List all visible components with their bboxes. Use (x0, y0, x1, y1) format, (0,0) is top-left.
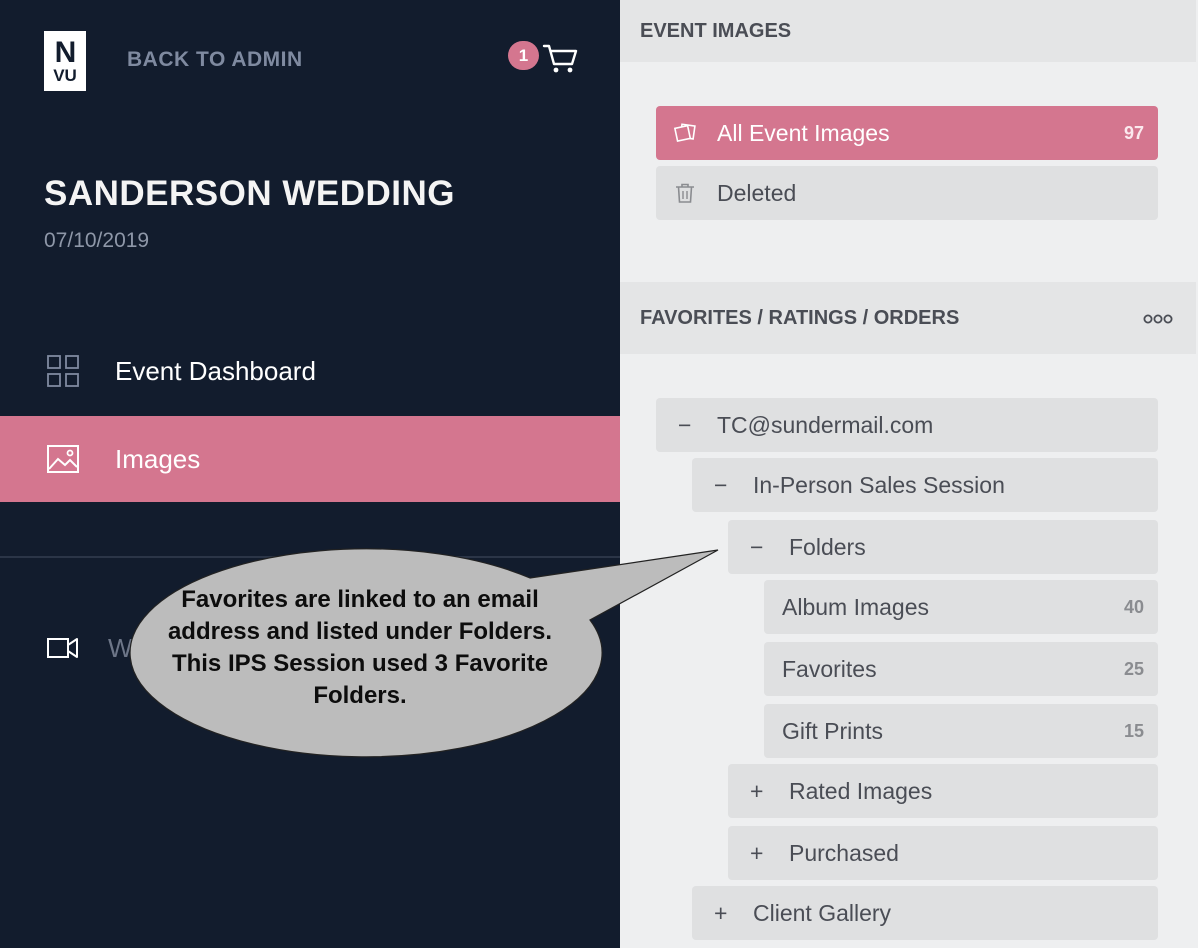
tree-item-client-gallery[interactable]: + Client Gallery (692, 886, 1158, 940)
expand-toggle[interactable]: + (750, 840, 763, 867)
all-event-images-count: 97 (1123, 122, 1144, 143)
deleted-label: Deleted (717, 179, 797, 206)
all-event-images-label: All Event Images (717, 119, 890, 146)
favorites-header-label: FAVORITES / RATINGS / ORDERS (640, 306, 960, 329)
tree-item-label: Rated Images (789, 777, 933, 804)
logo-text-top: N (54, 36, 77, 69)
tree-item-label: Album Images (782, 593, 930, 620)
expand-toggle[interactable]: + (750, 778, 763, 805)
photos-icon (674, 123, 696, 143)
favorites-header: FAVORITES / RATINGS / ORDERS (620, 282, 1196, 354)
collapse-toggle[interactable]: − (750, 534, 763, 561)
tree-item-label: Favorites (782, 655, 877, 682)
tree-item-purchased[interactable]: + Purchased (728, 826, 1158, 880)
nav-item-images[interactable]: Images (0, 416, 620, 502)
event-title: SANDERSON WEDDING (44, 174, 456, 213)
tree-item-label: Purchased (789, 839, 899, 866)
sidebar: N VU BACK TO ADMIN 1 SANDERSON WEDDING 0… (0, 0, 620, 948)
collapse-toggle[interactable]: − (714, 472, 727, 499)
nav-label-video: W (108, 632, 133, 663)
tree-item-label: TC@sundermail.com (717, 411, 934, 438)
tree-item-in-person-sales-session[interactable]: − In-Person Sales Session (692, 458, 1158, 512)
tree-item-label: Client Gallery (753, 899, 892, 926)
expand-toggle[interactable]: + (714, 900, 727, 927)
event-date: 07/10/2019 (44, 229, 150, 252)
tree-item-label: Folders (789, 533, 866, 560)
nav-label-images: Images (115, 443, 201, 474)
tree-item-gift-prints[interactable]: Gift Prints 15 (764, 704, 1158, 758)
trash-icon (676, 183, 694, 203)
nav-item-event-dashboard[interactable]: Event Dashboard (0, 328, 620, 414)
nav-label-event-dashboard: Event Dashboard (115, 355, 316, 386)
logo-text-bottom: VU (53, 66, 77, 85)
cart-icon[interactable] (542, 40, 578, 76)
tree-item-label: In-Person Sales Session (753, 471, 1005, 498)
nvu-logo[interactable]: N VU (44, 31, 86, 91)
callout-text: Favorites are linked to an email address… (167, 586, 553, 709)
tree-item-favorites[interactable]: Favorites 25 (764, 642, 1158, 696)
back-to-admin-link[interactable]: BACK TO ADMIN (127, 48, 303, 72)
event-images-panel: EVENT IMAGES All Event Images 97 Deleted… (620, 0, 1198, 948)
tree-item-label: Gift Prints (782, 717, 883, 744)
deleted-item[interactable]: Deleted (656, 166, 1158, 220)
more-options-icon[interactable] (1143, 312, 1173, 326)
event-images-header-label: EVENT IMAGES (640, 19, 792, 42)
grid-icon (47, 355, 79, 387)
cart-count-badge: 1 (508, 41, 539, 70)
tree-item-folders[interactable]: − Folders (728, 520, 1158, 574)
image-icon (47, 445, 79, 473)
tree-item-album-images[interactable]: Album Images 40 (764, 580, 1158, 634)
event-images-header: EVENT IMAGES (620, 0, 1196, 62)
sidebar-divider (0, 556, 620, 558)
tree-item-count: 25 (1123, 658, 1144, 679)
all-event-images-item[interactable]: All Event Images 97 (656, 106, 1158, 160)
tree-item-email[interactable]: − TC@sundermail.com (656, 398, 1158, 452)
video-icon (47, 638, 78, 658)
tree-item-count: 15 (1123, 720, 1144, 741)
collapse-toggle[interactable]: − (678, 412, 691, 439)
tree-item-rated-images[interactable]: + Rated Images (728, 764, 1158, 818)
tree-item-count: 40 (1123, 596, 1144, 617)
